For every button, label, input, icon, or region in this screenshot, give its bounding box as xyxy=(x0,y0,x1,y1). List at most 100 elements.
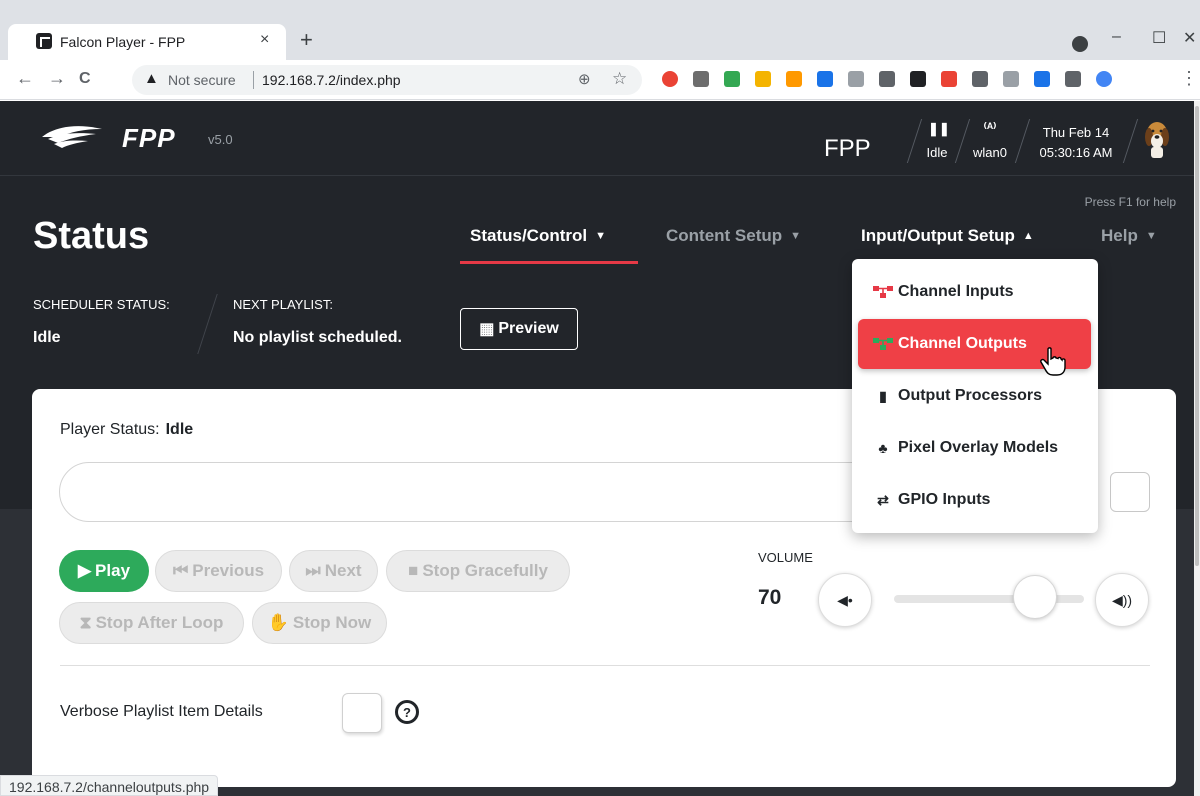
page-scrollbar-thumb[interactable] xyxy=(1195,106,1199,566)
address-bar[interactable]: ▲ Not secure 192.168.7.2/index.php ⊕ ☆ xyxy=(132,65,642,95)
fpp-page: FPP v5.0 FPP ❚❚ Idle ⁽ᴬ⁾ wlan0 Thu Feb 1… xyxy=(0,101,1200,796)
forward-icon[interactable]: → xyxy=(48,68,66,89)
player-status-value: Idle xyxy=(165,421,194,438)
url-text[interactable]: 192.168.7.2/index.php xyxy=(262,72,401,88)
link-status-bar: 192.168.7.2/channeloutputs.php xyxy=(0,775,219,796)
bookmark-star-icon[interactable]: ☆ xyxy=(612,69,627,89)
security-label[interactable]: Not secure xyxy=(168,72,236,88)
calendar-icon: ▦ xyxy=(479,321,495,338)
verbose-details-label: Verbose Playlist Item Details xyxy=(60,703,263,720)
stop-now-button[interactable]: ✋ Stop Now xyxy=(252,602,387,644)
input-output-dropdown: Channel Inputs Channel Outputs ▮ Output … xyxy=(852,259,1098,533)
help-circle-icon[interactable]: ? xyxy=(395,700,419,724)
nav-status-control[interactable]: Status/Control ▼ xyxy=(470,226,606,246)
browser-tabstrip: Falcon Player - FPP × + – ☐ ✕ xyxy=(0,0,1200,60)
extension-icon[interactable] xyxy=(879,71,895,87)
stop-now-label: Stop Now xyxy=(292,613,372,632)
hourglass-icon: ⧗ xyxy=(79,613,92,632)
verbose-details-checkbox[interactable] xyxy=(342,693,382,733)
volume-label: VOLUME xyxy=(758,550,813,565)
shapes-icon: ♣ xyxy=(878,440,888,456)
sitemap-icon xyxy=(873,286,893,298)
minimize-button[interactable]: – xyxy=(1112,28,1121,46)
nav-label: Content Setup xyxy=(666,226,783,245)
preview-button[interactable]: ▦ Preview xyxy=(460,308,578,350)
extension-icon[interactable] xyxy=(724,71,740,87)
header-time: 05:30:16 AM xyxy=(1039,145,1113,160)
caret-down-icon: ▼ xyxy=(595,230,606,242)
next-label: Next xyxy=(324,561,362,580)
nav-help[interactable]: Help ▼ xyxy=(1101,226,1157,246)
menu-item-label: Output Processors xyxy=(898,387,1043,404)
previous-label: Previous xyxy=(192,561,265,580)
tab-title: Falcon Player - FPP xyxy=(60,34,186,50)
falcon-logo-icon[interactable] xyxy=(40,123,104,149)
browser-tab[interactable]: Falcon Player - FPP × xyxy=(8,24,286,60)
header-divider-line xyxy=(0,175,1200,176)
extension-icon[interactable] xyxy=(1034,71,1050,87)
nav-content-setup[interactable]: Content Setup ▼ xyxy=(666,226,801,246)
extension-icon[interactable] xyxy=(1003,71,1019,87)
beagle-avatar-icon[interactable] xyxy=(1140,119,1174,159)
volume-down-button[interactable]: ◀• xyxy=(818,573,872,627)
skip-back-icon: ⏮ xyxy=(172,561,189,580)
active-nav-underline xyxy=(460,261,638,264)
extension-icon[interactable] xyxy=(662,71,678,87)
menu-item-label: Channel Inputs xyxy=(898,283,1014,300)
wifi-antenna-icon: ⁽ᴬ⁾ xyxy=(983,120,997,135)
brand-name[interactable]: FPP xyxy=(122,123,176,154)
version-label: v5.0 xyxy=(208,132,233,147)
stop-gracefully-button[interactable]: ■ Stop Gracefully xyxy=(386,550,570,592)
new-tab-button[interactable]: + xyxy=(300,27,313,53)
nav-input-output-setup[interactable]: Input/Output Setup ▲ xyxy=(861,226,1034,246)
extension-icon[interactable] xyxy=(817,71,833,87)
close-window-button[interactable]: ✕ xyxy=(1183,28,1196,48)
chip-icon: ▮ xyxy=(879,387,887,404)
back-icon[interactable]: ← xyxy=(16,68,34,89)
volume-slider-thumb[interactable] xyxy=(1013,575,1057,619)
extension-icon[interactable] xyxy=(972,71,988,87)
next-button[interactable]: ⏭ Next xyxy=(289,550,378,592)
menu-item-output-processors[interactable]: ▮ Output Processors xyxy=(858,371,1091,421)
stop-after-loop-label: Stop After Loop xyxy=(95,613,224,632)
stop-after-loop-button[interactable]: ⧗ Stop After Loop xyxy=(59,602,244,644)
maximize-button[interactable]: ☐ xyxy=(1152,28,1166,48)
menu-item-channel-inputs[interactable]: Channel Inputs xyxy=(858,267,1091,317)
next-playlist-label: NEXT PLAYLIST: xyxy=(233,297,333,312)
menu-item-label: Pixel Overlay Models xyxy=(898,439,1059,456)
extension-icon[interactable] xyxy=(1096,71,1112,87)
browser-toolbar: ← → C ▲ Not secure 192.168.7.2/index.php… xyxy=(0,60,1200,100)
extension-icon[interactable] xyxy=(1065,71,1081,87)
menu-item-gpio-inputs[interactable]: ⇄ GPIO Inputs xyxy=(858,475,1091,525)
status-checkbox[interactable] xyxy=(1110,472,1150,512)
previous-button[interactable]: ⏮ Previous xyxy=(155,550,282,592)
volume-up-button[interactable]: ◀)) xyxy=(1095,573,1149,627)
card-divider xyxy=(60,665,1150,666)
caret-down-icon: ▼ xyxy=(790,230,802,242)
extension-icon[interactable] xyxy=(848,71,864,87)
play-button[interactable]: ▶ Play xyxy=(59,550,149,592)
profile-menu-icon[interactable] xyxy=(1072,36,1088,52)
nav-label: Status/Control xyxy=(470,226,588,245)
extension-icon[interactable] xyxy=(755,71,771,87)
menu-item-pixel-overlay-models[interactable]: ♣ Pixel Overlay Models xyxy=(858,423,1091,473)
browser-menu-icon[interactable]: ⋮ xyxy=(1180,68,1198,89)
volume-low-icon: ◀• xyxy=(837,591,853,608)
extension-icon[interactable] xyxy=(910,71,926,87)
player-status: Player Status: Idle xyxy=(60,421,193,439)
play-label: Play xyxy=(95,561,131,580)
preview-label: Preview xyxy=(498,320,559,337)
scheduler-status-label: SCHEDULER STATUS: xyxy=(33,297,170,312)
reload-icon[interactable]: C xyxy=(79,70,91,88)
tab-close-icon[interactable]: × xyxy=(260,31,269,49)
next-playlist-value: No playlist scheduled. xyxy=(233,329,402,346)
zoom-icon[interactable]: ⊕ xyxy=(578,70,591,88)
stop-icon: ■ xyxy=(408,561,419,580)
extension-icon[interactable] xyxy=(693,71,709,87)
nav-label: Help xyxy=(1101,226,1138,245)
extension-icon[interactable] xyxy=(941,71,957,87)
menu-item-label: GPIO Inputs xyxy=(898,491,991,508)
page-title: Status xyxy=(33,215,150,257)
player-status-label: Player Status: xyxy=(60,421,160,438)
extension-icon[interactable] xyxy=(786,71,802,87)
